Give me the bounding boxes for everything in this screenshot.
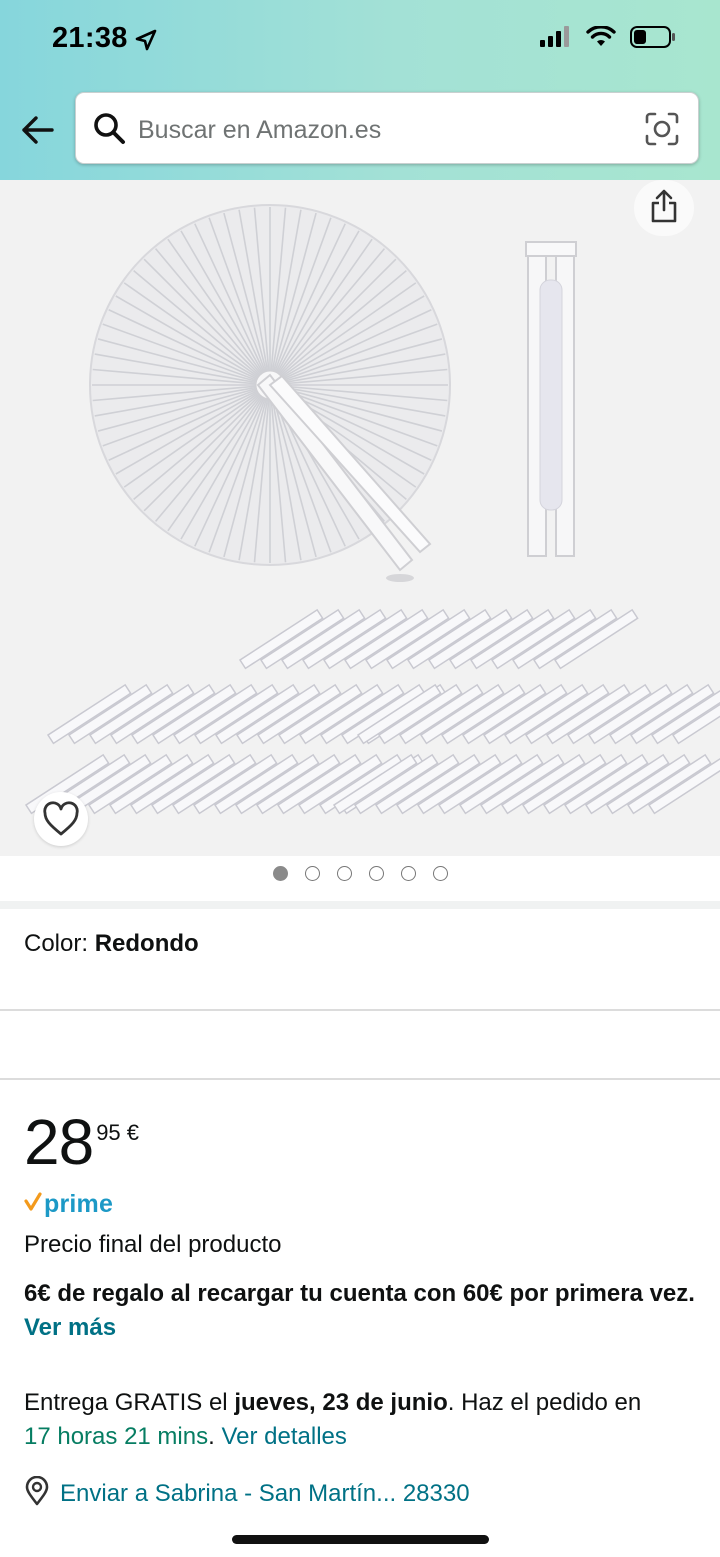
status-time: 21:38 [52, 22, 128, 54]
battery-icon [630, 26, 676, 53]
header: 21:38 [0, 0, 720, 180]
share-icon [649, 188, 679, 229]
price-whole: 28 [24, 1106, 94, 1178]
back-button[interactable] [18, 110, 58, 150]
prime-check-icon [24, 1192, 42, 1217]
delivery-info: Entrega GRATIS el jueves, 23 de junio. H… [24, 1386, 704, 1454]
heart-icon [42, 801, 80, 842]
location-arrow-icon [134, 28, 158, 57]
pagination-dot[interactable] [400, 866, 416, 881]
back-arrow-icon [18, 116, 58, 154]
delivery-middle: . Haz el pedido en [447, 1389, 642, 1416]
delivery-countdown: 17 horas 21 mins [24, 1423, 209, 1450]
divider [0, 1078, 720, 1080]
divider [0, 1009, 720, 1011]
price-fraction: 95 € [96, 1120, 140, 1145]
product-image [24, 204, 720, 815]
pagination-dot[interactable] [336, 866, 352, 881]
status-icons [540, 25, 676, 53]
camera-search-icon[interactable] [644, 111, 680, 152]
color-selector[interactable]: Color: Redondo [24, 930, 199, 958]
location-pin-icon [24, 1475, 50, 1511]
ship-to-row[interactable]: Enviar a Sabrina - San Martín... 28330 [24, 1475, 470, 1511]
home-indicator[interactable] [232, 1535, 489, 1544]
product-image-gallery[interactable] [0, 180, 720, 856]
delivery-details-link[interactable]: Ver detalles [221, 1423, 346, 1450]
promo-text: 6€ de regalo al recargar tu cuenta con 6… [24, 1277, 704, 1345]
color-label: Color: [24, 930, 95, 957]
pagination-dot[interactable] [272, 866, 288, 881]
search-bar[interactable] [75, 92, 699, 164]
share-button[interactable] [634, 180, 694, 236]
favorite-button[interactable] [34, 792, 88, 846]
signal-icon [540, 26, 572, 53]
promo-link[interactable]: Ver más [24, 1314, 116, 1341]
gallery-pagination[interactable] [0, 866, 720, 888]
delivery-prefix: Entrega GRATIS el [24, 1389, 235, 1416]
prime-badge: prime [24, 1190, 113, 1219]
promo-message: 6€ de regalo al recargar tu cuenta con 6… [24, 1280, 695, 1307]
prime-label: prime [44, 1190, 114, 1218]
section-separator [0, 901, 720, 909]
delivery-sep: . [208, 1423, 222, 1450]
price: 28 95 € [24, 1110, 139, 1174]
pagination-dot[interactable] [368, 866, 384, 881]
delivery-date: jueves, 23 de junio [234, 1389, 448, 1416]
pagination-dot[interactable] [304, 866, 320, 881]
search-icon [92, 111, 128, 152]
ship-to-link[interactable]: Enviar a Sabrina - San Martín... 28330 [60, 1480, 470, 1508]
final-price-text: Precio final del producto [24, 1231, 282, 1258]
pagination-dot[interactable] [432, 866, 448, 881]
color-value: Redondo [94, 930, 199, 957]
search-input[interactable] [138, 113, 618, 147]
wifi-icon [586, 25, 616, 53]
